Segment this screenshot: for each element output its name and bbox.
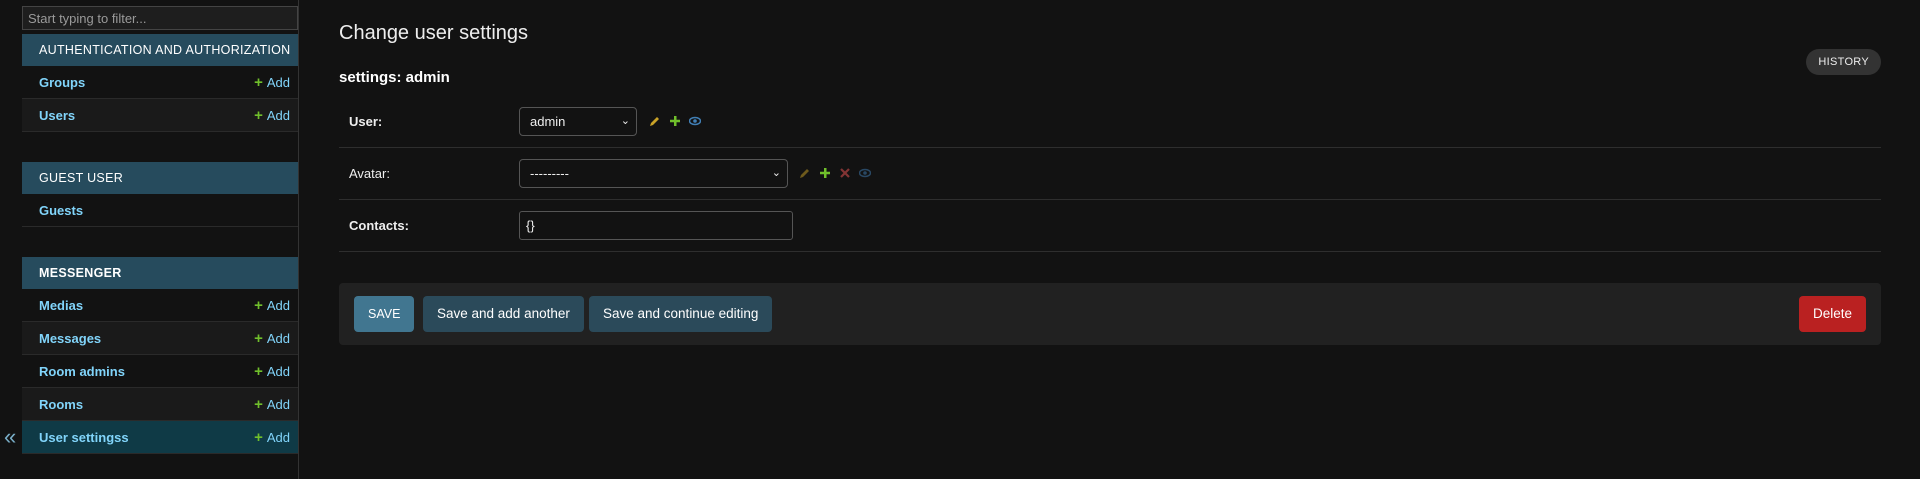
plus-icon: + — [254, 429, 263, 446]
avatar-related-actions — [799, 166, 872, 178]
avatar-select[interactable]: --------- ⌄ — [519, 159, 788, 188]
object-title: settings: admin — [339, 69, 450, 86]
chevron-down-icon: ⌄ — [771, 167, 781, 179]
double-chevron-left-icon[interactable]: « — [4, 426, 16, 448]
sidebar-filter-input[interactable] — [22, 6, 298, 30]
plus-icon: + — [254, 297, 263, 314]
form-row-user: User: admin ⌄ — [339, 96, 1881, 148]
user-select[interactable]: admin ⌄ — [519, 107, 637, 136]
sidebar-item-label[interactable]: Guests — [39, 194, 83, 227]
sidebar-item-label[interactable]: Groups — [39, 66, 85, 99]
add-label: Add — [266, 364, 290, 379]
plus-icon: + — [254, 74, 263, 91]
save-and-add-another-button[interactable]: Save and add another — [423, 296, 584, 332]
plus-icon: + — [254, 330, 263, 347]
add-label: Add — [266, 430, 290, 445]
avatar-select-value: --------- — [530, 166, 569, 181]
module-messenger: Messenger Medias + Add Messages + Add Room… — [22, 257, 298, 454]
sidebar-item-label[interactable]: User settingss — [39, 421, 129, 454]
delete-x-icon — [839, 166, 851, 178]
sidebar: Authentication and Authorization Groups … — [22, 0, 299, 479]
add-label: Add — [266, 397, 290, 412]
plus-icon[interactable] — [669, 114, 681, 126]
module-authentication: Authentication and Authorization Groups … — [22, 34, 298, 132]
form-row-contacts: Contacts: {} — [339, 200, 1881, 252]
sidebar-item-rooms[interactable]: Rooms + Add — [22, 388, 298, 421]
eye-icon — [858, 166, 872, 178]
eye-icon[interactable] — [688, 114, 702, 126]
add-users-link[interactable]: + Add — [254, 99, 290, 132]
sidebar-item-label[interactable]: Rooms — [39, 388, 83, 421]
history-button[interactable]: History — [1806, 49, 1881, 75]
page-title: Change user settings — [339, 22, 529, 44]
save-and-continue-button[interactable]: Save and continue editing — [589, 296, 773, 332]
module-caption[interactable]: Guest user — [22, 162, 298, 194]
plus-icon: + — [254, 363, 263, 380]
sidebar-item-label[interactable]: Medias — [39, 289, 83, 322]
form-row-avatar: Avatar: --------- ⌄ — [339, 148, 1881, 200]
sidebar-item-groups[interactable]: Groups + Add — [22, 66, 298, 99]
add-medias-link[interactable]: + Add — [254, 289, 290, 322]
add-groups-link[interactable]: + Add — [254, 66, 290, 99]
pencil-icon — [799, 166, 811, 178]
sidebar-item-label[interactable]: Messages — [39, 322, 101, 355]
pencil-icon[interactable] — [649, 114, 661, 126]
add-label: Add — [266, 108, 290, 123]
add-messages-link[interactable]: + Add — [254, 322, 290, 355]
contacts-field-label: Contacts: — [349, 218, 409, 233]
plus-icon[interactable] — [819, 166, 831, 178]
user-select-value: admin — [530, 114, 566, 129]
add-room-admins-link[interactable]: + Add — [254, 355, 290, 388]
save-button[interactable]: Save — [354, 296, 415, 332]
sidebar-collapse-toggle[interactable]: « — [0, 0, 22, 479]
sidebar-item-label[interactable]: Users — [39, 99, 75, 132]
module-caption[interactable]: Authentication and Authorization — [22, 34, 298, 66]
sidebar-item-users[interactable]: Users + Add — [22, 99, 298, 132]
submit-row: Save Save and add another Save and conti… — [339, 283, 1881, 345]
delete-button[interactable]: Delete — [1798, 296, 1866, 332]
add-label: Add — [266, 331, 290, 346]
sidebar-item-user-settingss[interactable]: User settingss + Add — [22, 421, 298, 454]
plus-icon: + — [254, 396, 263, 413]
sidebar-item-guests[interactable]: Guests — [22, 194, 298, 227]
user-related-actions — [649, 114, 702, 126]
main-content: Change user settings History settings: a… — [339, 0, 1881, 479]
add-label: Add — [266, 75, 290, 90]
sidebar-item-medias[interactable]: Medias + Add — [22, 289, 298, 322]
sidebar-item-messages[interactable]: Messages + Add — [22, 322, 298, 355]
add-rooms-link[interactable]: + Add — [254, 388, 290, 421]
module-guest-user: Guest user Guests — [22, 162, 298, 227]
contacts-input[interactable]: {} — [519, 211, 793, 240]
avatar-field-label: Avatar: — [349, 166, 390, 181]
sidebar-item-label[interactable]: Room admins — [39, 355, 125, 388]
user-field-label: User: — [349, 114, 383, 129]
add-user-settingss-link[interactable]: + Add — [254, 421, 290, 454]
sidebar-item-room-admins[interactable]: Room admins + Add — [22, 355, 298, 388]
module-caption[interactable]: Messenger — [22, 257, 298, 289]
chevron-down-icon: ⌄ — [620, 115, 630, 127]
plus-icon: + — [254, 107, 263, 124]
add-label: Add — [266, 298, 290, 313]
